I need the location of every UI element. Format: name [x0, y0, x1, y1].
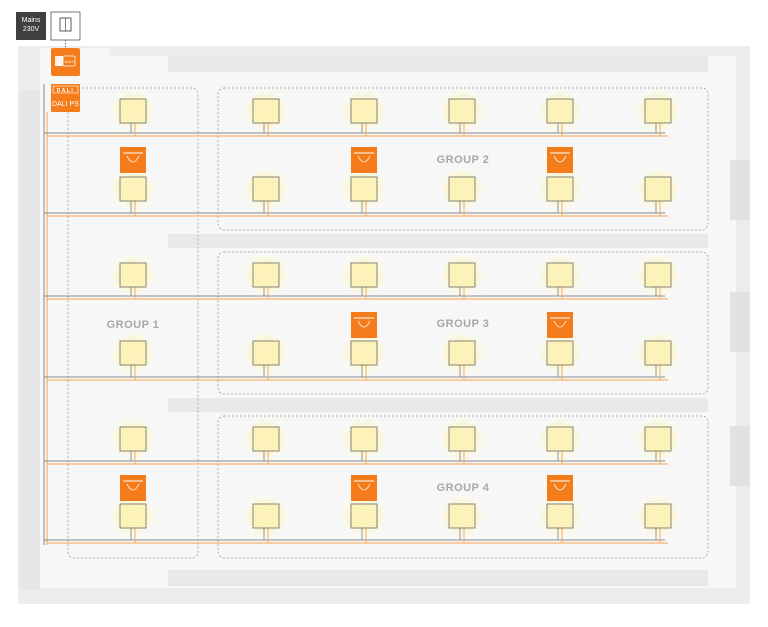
group-4-label: GROUP 4 — [437, 482, 490, 494]
luminaire — [350, 98, 378, 124]
mains-box: Mains 230V — [16, 12, 46, 40]
mains-line1: Mains — [21, 17, 41, 24]
group-3-label: GROUP 3 — [437, 318, 490, 330]
luminaire — [448, 426, 476, 452]
luminaire — [448, 340, 476, 366]
sensor — [547, 312, 573, 338]
luminaire — [119, 426, 147, 452]
luminaire — [252, 98, 280, 124]
sensor — [547, 147, 573, 173]
luminaire — [546, 98, 574, 124]
luminaire — [119, 340, 147, 366]
luminaire — [252, 340, 280, 366]
luminaire — [448, 98, 476, 124]
luminaire — [252, 262, 280, 288]
luminaire — [119, 176, 147, 202]
group-1-label: GROUP 1 — [107, 319, 160, 331]
sensor — [351, 475, 377, 501]
luminaire — [644, 426, 672, 452]
luminaire — [546, 262, 574, 288]
luminaire — [252, 503, 280, 529]
luminaire — [546, 340, 574, 366]
luminaire — [350, 262, 378, 288]
ps-badge: DALI — [57, 88, 75, 94]
luminaire — [644, 98, 672, 124]
sensor — [351, 312, 377, 338]
lighting-layout: DALI DALI DALI PS GROUP 1 GROUP 2 GROUP … — [0, 0, 768, 622]
luminaire — [350, 340, 378, 366]
luminaire — [119, 503, 147, 529]
luminaire — [252, 426, 280, 452]
dali-power-supply: DALI DALI PS — [51, 84, 80, 112]
luminaire — [546, 503, 574, 529]
luminaire — [119, 98, 147, 124]
luminaire — [350, 503, 378, 529]
group-2-label: GROUP 2 — [437, 154, 490, 166]
mains-switch — [50, 11, 81, 48]
luminaire — [252, 176, 280, 202]
luminaire — [644, 503, 672, 529]
luminaire — [644, 340, 672, 366]
luminaire — [644, 176, 672, 202]
sensor — [547, 475, 573, 501]
luminaire — [350, 176, 378, 202]
luminaire — [350, 426, 378, 452]
mains-line2: 230V — [22, 26, 40, 33]
sensor — [351, 147, 377, 173]
controller-badge: DALI — [65, 59, 74, 64]
luminaire — [448, 176, 476, 202]
luminaire — [448, 503, 476, 529]
sensor — [120, 475, 146, 501]
luminaire — [448, 262, 476, 288]
luminaire — [644, 262, 672, 288]
luminaire — [546, 176, 574, 202]
sensor — [120, 147, 146, 173]
luminaire — [119, 262, 147, 288]
dali-controller: DALI — [51, 48, 80, 76]
ps-label: DALI PS — [52, 101, 79, 108]
luminaire — [546, 426, 574, 452]
